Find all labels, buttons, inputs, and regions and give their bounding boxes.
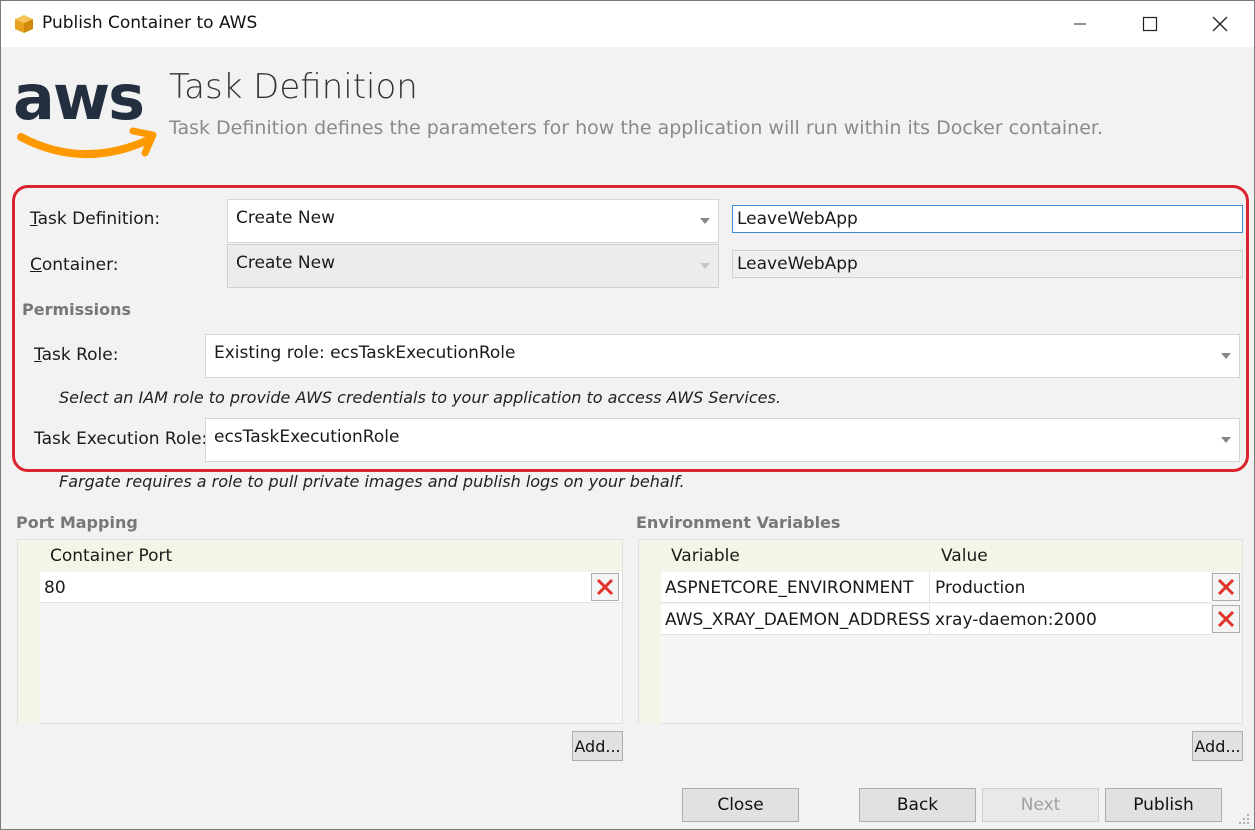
table-row[interactable]: ASPNETCORE_ENVIRONMENT Production bbox=[661, 572, 1211, 603]
value-cell[interactable]: xray-daemon:2000 bbox=[935, 610, 1097, 630]
column-header-variable: Variable bbox=[671, 546, 740, 566]
aws-box-icon bbox=[15, 15, 33, 33]
container-select-value: Create New bbox=[236, 253, 335, 273]
task-role-hint: Select an IAM role to provide AWS creden… bbox=[59, 388, 781, 407]
resize-grip-icon[interactable] bbox=[1238, 813, 1250, 825]
grid-header: Variable Value bbox=[661, 540, 1242, 572]
environment-variables-heading: Environment Variables bbox=[636, 513, 841, 532]
add-env-var-button[interactable]: Add... bbox=[1192, 731, 1243, 761]
column-header-value: Value bbox=[941, 546, 988, 566]
back-button[interactable]: Back bbox=[859, 788, 976, 822]
container-port-cell[interactable]: 80 bbox=[44, 578, 66, 598]
chevron-down-icon bbox=[1221, 437, 1231, 443]
publish-dialog: Publish Container to AWS aws Task Defini… bbox=[0, 0, 1255, 830]
delete-x-icon bbox=[1217, 578, 1235, 596]
maximize-button[interactable] bbox=[1127, 1, 1173, 47]
task-definition-name-input[interactable]: LeaveWebApp bbox=[732, 205, 1243, 233]
variable-cell[interactable]: AWS_XRAY_DAEMON_ADDRESS bbox=[665, 610, 930, 630]
column-divider bbox=[929, 604, 930, 635]
close-window-button[interactable] bbox=[1197, 1, 1243, 47]
minimize-icon bbox=[1074, 23, 1086, 25]
title-bar: Publish Container to AWS bbox=[1, 1, 1254, 47]
table-row[interactable]: 80 bbox=[40, 572, 622, 603]
chevron-down-icon bbox=[1221, 353, 1231, 359]
container-select[interactable]: Create New bbox=[227, 244, 719, 288]
column-divider bbox=[929, 572, 930, 603]
table-row[interactable]: AWS_XRAY_DAEMON_ADDRESS xray-daemon:2000 bbox=[661, 604, 1211, 635]
page-title: Task Definition bbox=[169, 67, 418, 107]
delete-x-icon bbox=[1217, 610, 1235, 628]
task-role-select[interactable]: Existing role: ecsTaskExecutionRole bbox=[205, 334, 1240, 378]
delete-env-var-button[interactable] bbox=[1212, 605, 1240, 633]
task-execution-role-select[interactable]: ecsTaskExecutionRole bbox=[205, 418, 1240, 462]
delete-env-var-button[interactable] bbox=[1212, 573, 1240, 601]
svg-text:aws: aws bbox=[13, 69, 143, 134]
task-definition-select[interactable]: Create New bbox=[227, 199, 719, 243]
container-label: Container: bbox=[30, 255, 119, 275]
grid-header: Container Port bbox=[40, 540, 622, 572]
variable-cell[interactable]: ASPNETCORE_ENVIRONMENT bbox=[665, 578, 913, 598]
row-header-column bbox=[18, 540, 40, 724]
close-button[interactable]: Close bbox=[682, 788, 799, 822]
task-execution-role-label: Task Execution Role: bbox=[34, 429, 208, 449]
task-role-label: Task Role: bbox=[34, 345, 119, 365]
publish-button[interactable]: Publish bbox=[1105, 788, 1222, 822]
add-port-button[interactable]: Add... bbox=[572, 731, 623, 761]
chevron-down-icon bbox=[700, 218, 710, 224]
container-name-input[interactable]: LeaveWebApp bbox=[732, 250, 1243, 278]
window-title: Publish Container to AWS bbox=[42, 13, 258, 33]
next-button[interactable]: Next bbox=[982, 788, 1099, 822]
row-header-column bbox=[639, 540, 661, 724]
permissions-heading: Permissions bbox=[22, 300, 132, 319]
chevron-down-icon bbox=[700, 263, 710, 269]
port-mapping-grid: Container Port 80 bbox=[17, 539, 623, 724]
minimize-button[interactable] bbox=[1057, 1, 1103, 47]
aws-logo: aws bbox=[13, 69, 157, 158]
environment-variables-grid: Variable Value ASPNETCORE_ENVIRONMENT Pr… bbox=[638, 539, 1243, 724]
task-definition-label: Task Definition: bbox=[30, 209, 161, 229]
close-icon bbox=[1212, 16, 1228, 32]
delete-x-icon bbox=[596, 578, 614, 596]
column-header-container-port: Container Port bbox=[50, 546, 173, 566]
page-subtitle: Task Definition defines the parameters f… bbox=[169, 117, 1103, 139]
port-mapping-heading: Port Mapping bbox=[16, 513, 138, 532]
value-cell[interactable]: Production bbox=[935, 578, 1025, 598]
delete-port-button[interactable] bbox=[591, 573, 619, 601]
task-definition-select-value: Create New bbox=[236, 208, 335, 228]
execution-role-hint: Fargate requires a role to pull private … bbox=[59, 472, 685, 491]
maximize-icon bbox=[1142, 16, 1158, 32]
